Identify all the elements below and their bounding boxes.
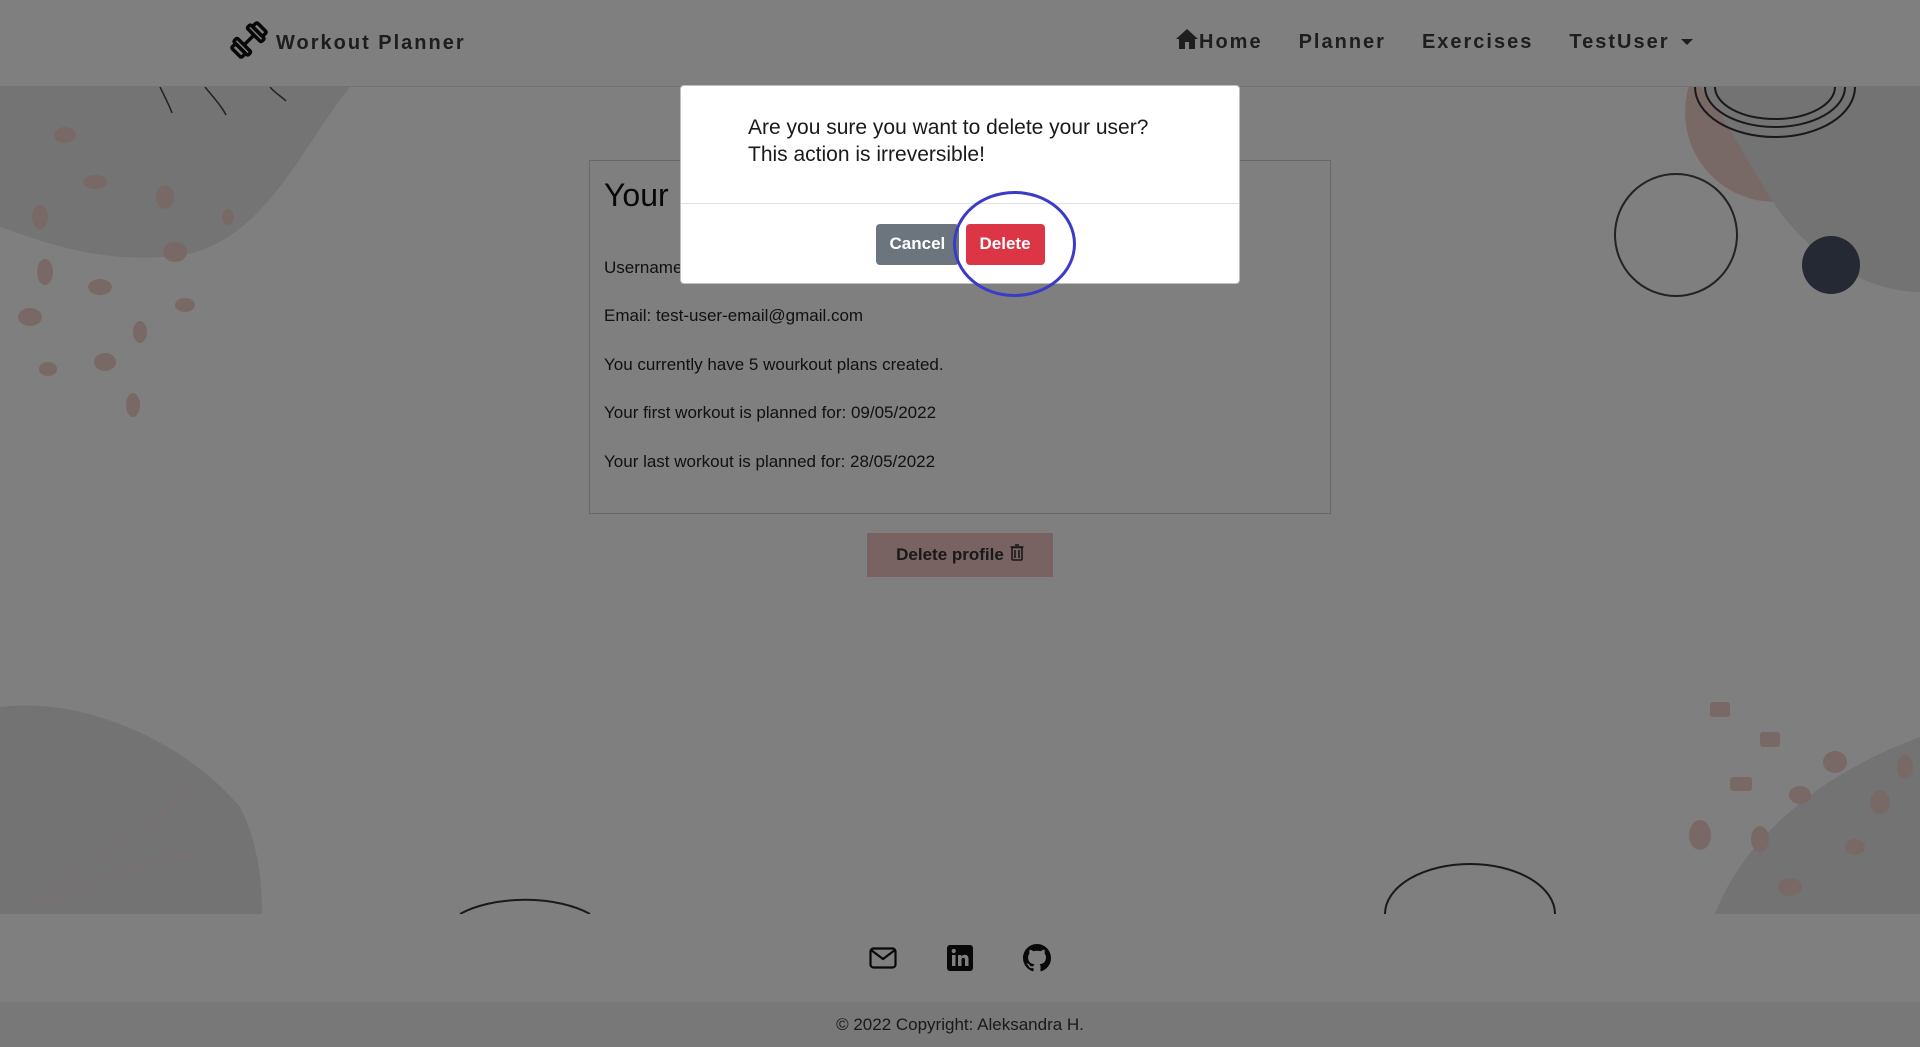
delete-confirmation-dialog: Are you sure you want to delete your use…	[680, 85, 1240, 284]
modal-footer: Cancel Delete	[681, 204, 1239, 284]
modal-body: Are you sure you want to delete your use…	[681, 86, 1239, 204]
cancel-button[interactable]: Cancel	[875, 223, 959, 265]
confirmation-message-line1: Are you sure you want to delete your use…	[748, 116, 1149, 139]
confirmation-message-line2: This action is irreversible!	[748, 143, 985, 166]
delete-button[interactable]: Delete	[965, 223, 1045, 265]
confirmation-message: Are you sure you want to delete your use…	[748, 114, 1188, 168]
